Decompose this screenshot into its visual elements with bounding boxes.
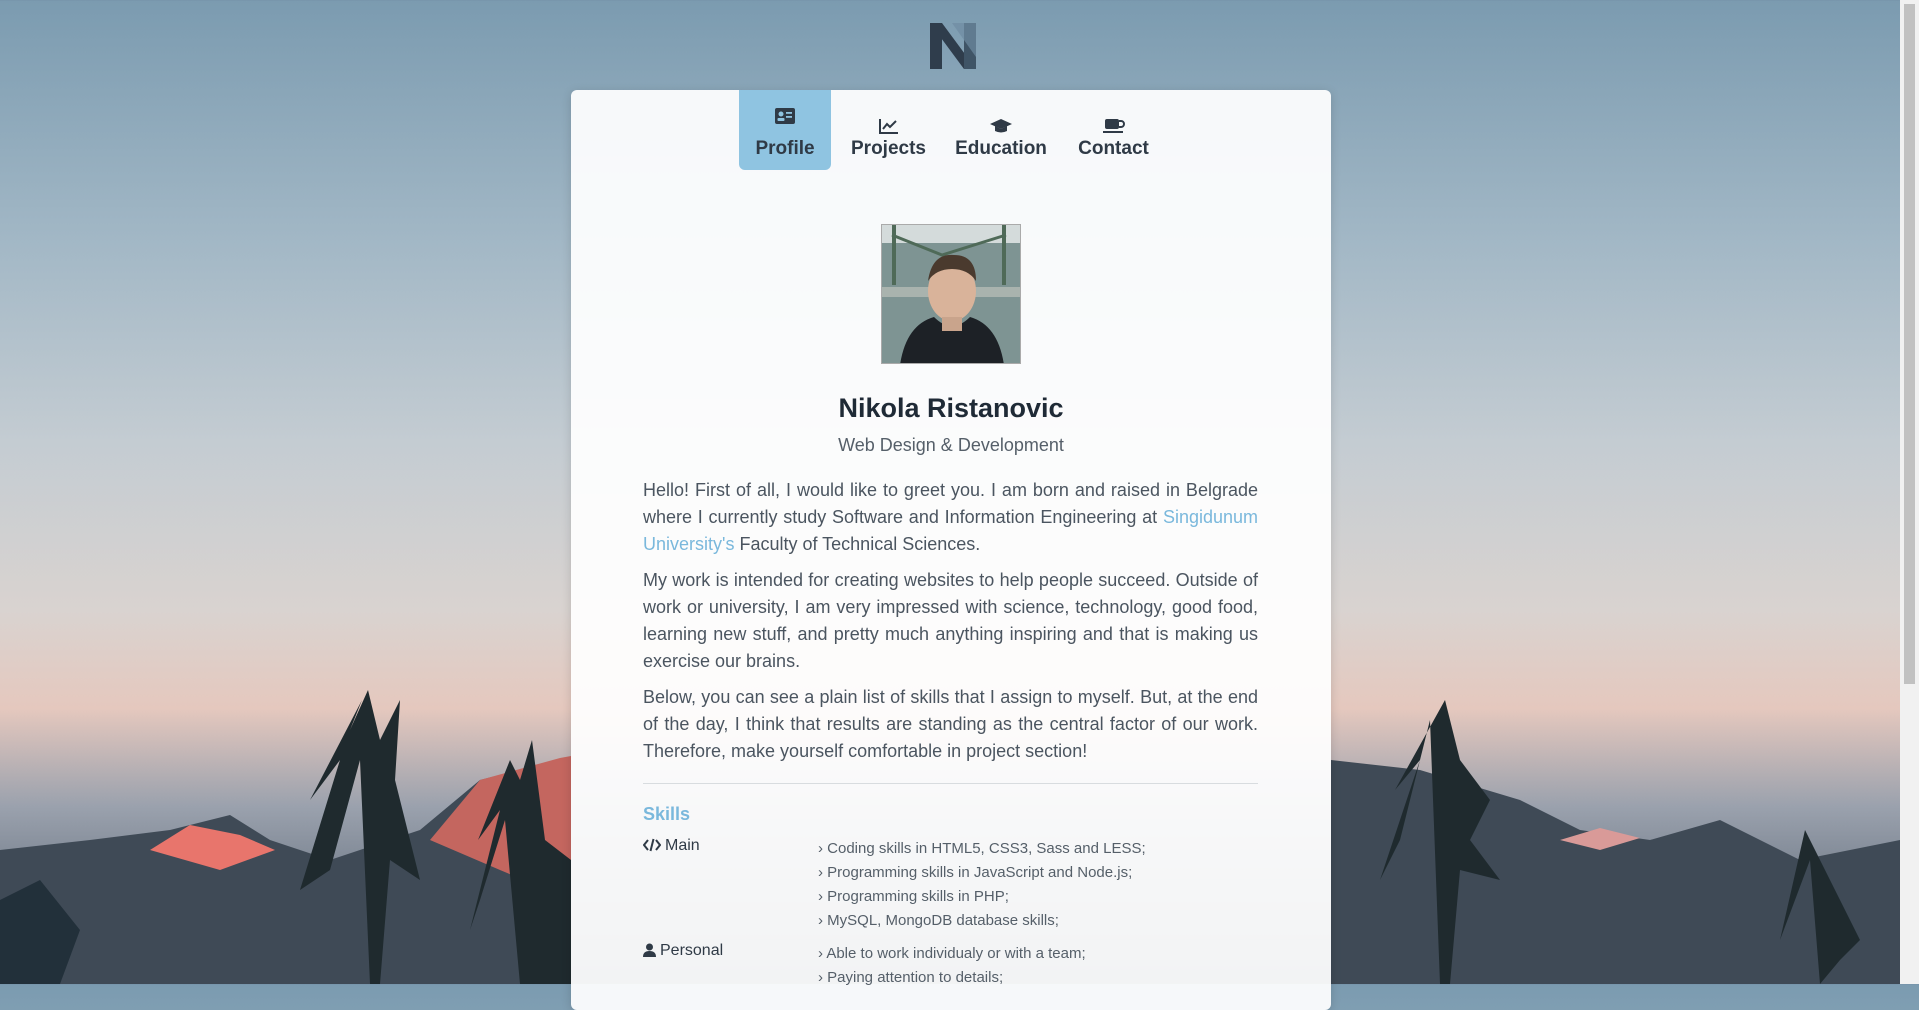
tab-label: Education <box>955 138 1047 159</box>
tab-education[interactable]: Education <box>946 90 1056 170</box>
skills-heading: Skills <box>643 804 691 824</box>
skill-category-main: Main <box>642 837 700 855</box>
profile-photo <box>882 225 1020 363</box>
code-icon <box>642 838 662 852</box>
tab-contact[interactable]: Contact <box>1066 90 1161 170</box>
divider <box>643 783 1258 784</box>
bio-text: Faculty of Technical Sciences. <box>734 534 981 554</box>
skill-category-personal: Personal <box>643 942 723 960</box>
id-card-icon <box>775 108 795 124</box>
scrollbar-thumb[interactable] <box>1904 4 1915 684</box>
skill-item: › Programming skills in JavaScript and N… <box>818 864 1133 881</box>
tab-label: Projects <box>851 138 926 159</box>
page-scrollbar[interactable] <box>1900 0 1919 984</box>
chart-line-icon <box>878 119 898 134</box>
profile-bio: Hello! First of all, I would like to gre… <box>643 477 1258 774</box>
skill-list-main: › Coding skills in HTML5, CSS3, Sass and… <box>818 837 1146 933</box>
profile-card: Profile Projects Education Contact Nikol… <box>571 90 1331 1010</box>
tab-profile[interactable]: Profile <box>739 90 831 170</box>
user-icon <box>643 943 656 957</box>
bio-paragraph: Below, you can see a plain list of skill… <box>643 687 1258 761</box>
skill-list-personal: › Able to work individualy or with a tea… <box>818 942 1086 990</box>
main-nav: Profile Projects Education Contact <box>571 90 1331 172</box>
skill-category-label: Personal <box>660 942 724 959</box>
tab-label: Profile <box>755 138 815 159</box>
skill-item: › MySQL, MongoDB database skills; <box>818 912 1059 929</box>
bio-paragraph: Hello! First of all, I would like to gre… <box>643 477 1258 558</box>
bio-paragraph: My work is intended for creating website… <box>643 570 1258 671</box>
tab-projects[interactable]: Projects <box>841 90 936 170</box>
coffee-icon <box>1102 119 1125 133</box>
skill-item: › Coding skills in HTML5, CSS3, Sass and… <box>818 840 1146 857</box>
skill-item: › Able to work individualy or with a tea… <box>818 945 1086 962</box>
skill-item: › Programming skills in PHP; <box>818 888 1009 905</box>
skill-item: › Paying attention to details; <box>818 969 1004 986</box>
graduation-cap-icon <box>990 119 1012 133</box>
tab-label: Contact <box>1078 138 1149 159</box>
skill-category-label: Main <box>665 837 700 854</box>
profile-name: Nikola Ristanovic <box>838 393 1064 423</box>
avatar <box>881 224 1021 364</box>
profile-subtitle: Web Design & Development <box>838 435 1064 455</box>
site-logo[interactable] <box>930 23 976 69</box>
